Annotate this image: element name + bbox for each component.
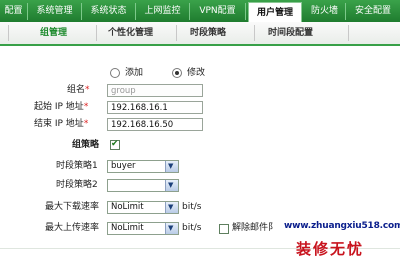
edit-mode-label: 修改 — [187, 68, 206, 78]
required-mark: * — [85, 85, 90, 95]
top-nav-bar: 配置 系统管理 系统状态 上网监控 VPN配置 用户管理 防火墙 安全配置 — [0, 0, 400, 22]
start-ip-field[interactable]: 192.168.16.1 — [107, 101, 203, 114]
time-policy-1-value: buyer — [111, 161, 136, 171]
nav-tab-system-management[interactable]: 系统管理 — [28, 3, 82, 20]
dropdown-arrow[interactable]: ▼ — [165, 161, 178, 172]
chevron-down-icon: ▼ — [168, 162, 174, 170]
max-upload-label: 最大上传速率 — [45, 223, 100, 233]
subnav-divider — [348, 25, 349, 41]
time-policy-2-label: 时段策略2 — [56, 180, 98, 190]
subtab-personalization[interactable]: 个性化管理 — [108, 26, 153, 41]
time-policy-2-select[interactable]: ▼ — [107, 179, 179, 192]
dropdown-arrow[interactable]: ▼ — [165, 180, 178, 191]
subtab-time-period-config[interactable]: 时间段配置 — [268, 26, 313, 41]
end-ip-label: 结束 IP 地址* — [34, 119, 89, 129]
start-ip-label: 起始 IP 地址* — [34, 102, 89, 112]
radio-selected-dot — [175, 71, 179, 75]
max-upload-value: NoLimit — [111, 223, 144, 233]
add-mode-label: 添加 — [125, 68, 144, 78]
group-name-field[interactable]: group — [107, 84, 203, 97]
nav-tab-user-management[interactable]: 用户管理 — [248, 2, 302, 22]
watermark-text: 装修无忧 — [296, 240, 365, 258]
subnav-divider — [254, 25, 255, 41]
unblock-mail-checkbox[interactable] — [219, 224, 229, 234]
nav-tab-internet-monitor[interactable]: 上网监控 — [136, 3, 190, 20]
chevron-down-icon: ▼ — [168, 203, 174, 211]
subnav-divider — [176, 25, 177, 41]
subtab-group-management[interactable]: 组管理 — [40, 26, 67, 41]
edit-mode-radio[interactable] — [172, 68, 182, 78]
dropdown-arrow[interactable]: ▼ — [165, 223, 178, 234]
time-policy-1-label: 时段策略1 — [56, 161, 98, 171]
max-download-label: 最大下载速率 — [45, 202, 100, 212]
watermark-url: www.zhuangxiu518.com — [284, 221, 400, 231]
unblock-mail-label: 解除邮件阝 — [232, 223, 278, 233]
subnav-divider — [8, 25, 9, 41]
chevron-down-icon: ▼ — [168, 181, 174, 189]
nav-tab-config[interactable]: 配置 — [0, 3, 28, 20]
chevron-down-icon: ▼ — [168, 224, 174, 232]
dropdown-arrow[interactable]: ▼ — [165, 202, 178, 213]
required-mark: * — [83, 119, 89, 129]
max-download-select[interactable]: NoLimit ▼ — [107, 201, 179, 214]
subtab-time-policy[interactable]: 时段策略 — [190, 26, 226, 41]
group-policy-label: 组策略 — [72, 140, 100, 150]
nav-tab-firewall[interactable]: 防火墙 — [304, 3, 346, 20]
nav-tab-system-status[interactable]: 系统状态 — [82, 3, 136, 20]
subnav-divider — [96, 25, 97, 41]
sub-nav-bar: 组管理 个性化管理 时段策略 时间段配置 — [0, 22, 400, 46]
max-upload-select[interactable]: NoLimit ▼ — [107, 222, 179, 235]
nav-tab-vpn-config[interactable]: VPN配置 — [190, 3, 246, 20]
download-unit: bit/s — [182, 202, 202, 212]
required-mark: * — [83, 102, 89, 112]
nav-tab-security-config[interactable]: 安全配置 — [346, 3, 400, 20]
group-policy-checkbox[interactable]: ✔ — [110, 139, 120, 150]
group-name-label: 组名* — [67, 85, 90, 95]
check-icon: ✔ — [111, 139, 119, 149]
add-mode-radio[interactable] — [110, 68, 120, 78]
max-download-value: NoLimit — [111, 202, 144, 212]
upload-unit: bit/s — [182, 223, 202, 233]
end-ip-field[interactable]: 192.168.16.50 — [107, 118, 203, 131]
time-policy-1-select[interactable]: buyer ▼ — [107, 160, 179, 173]
